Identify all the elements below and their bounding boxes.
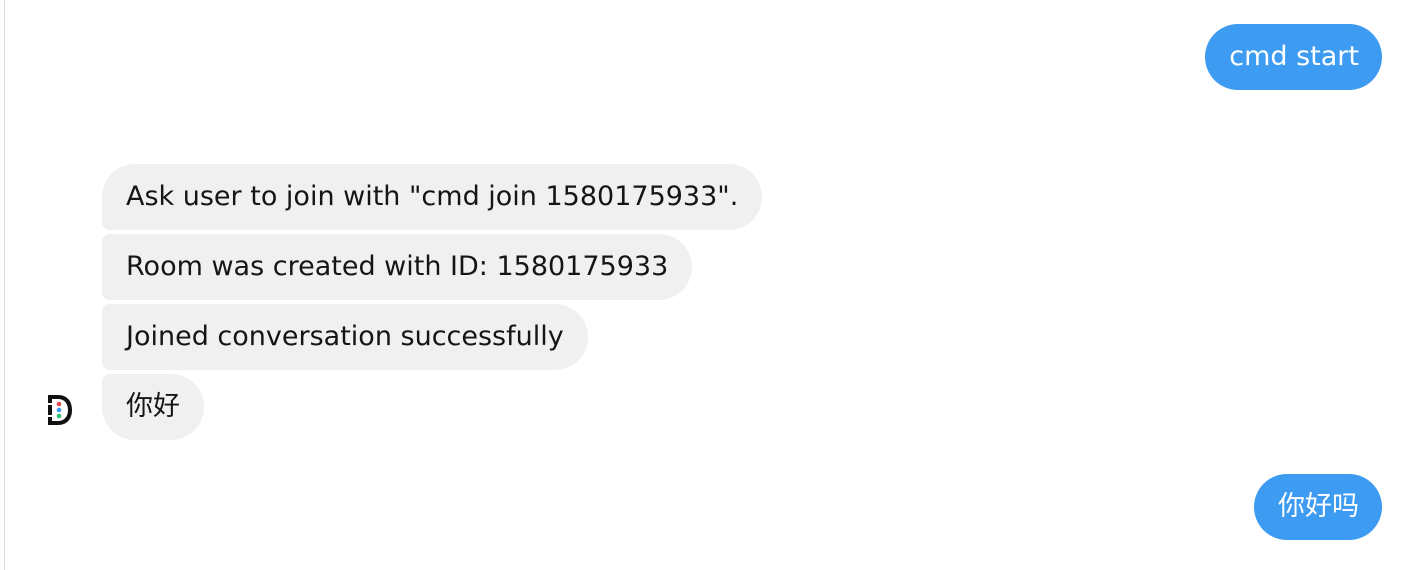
bot-logo-icon-graphic [48, 395, 72, 425]
left-divider [4, 0, 5, 570]
bot-logo-icon [44, 391, 76, 429]
incoming-message-bubble: Joined conversation successfully [102, 304, 588, 370]
outgoing-message-bubble: 你好吗 [1254, 474, 1382, 540]
incoming-message-bubble: Room was created with ID: 1580175933 [102, 234, 693, 300]
outgoing-message-bubble: cmd start [1205, 24, 1382, 90]
incoming-message-bubble: Ask user to join with "cmd join 15801759… [102, 164, 763, 230]
incoming-message-bubble: 你好 [102, 374, 204, 440]
